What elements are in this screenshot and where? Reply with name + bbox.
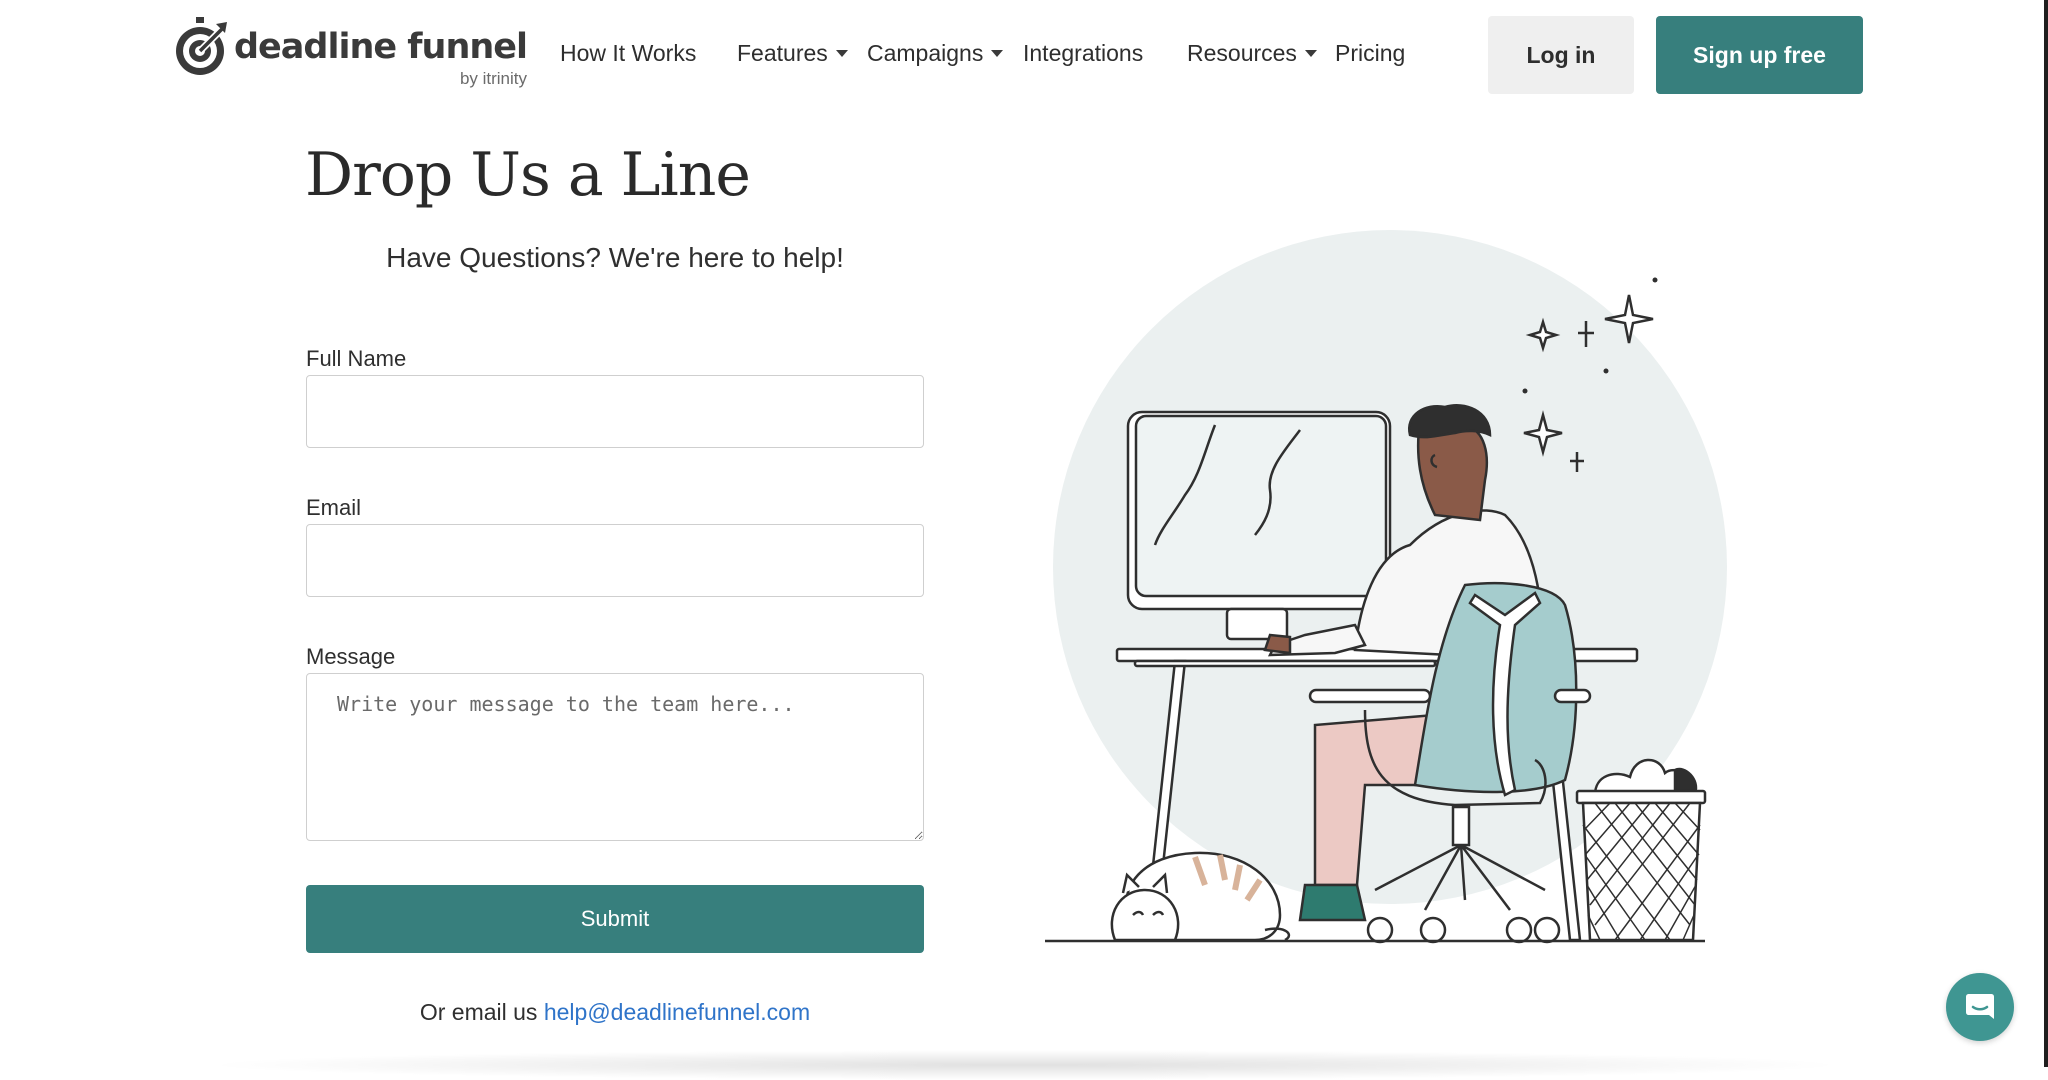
nav-pricing[interactable]: Pricing	[1335, 40, 1405, 67]
brand-tagline: by itrinity	[459, 69, 528, 88]
hero-illustration	[1045, 230, 1727, 944]
brand-logo[interactable]: deadline funnel by itrinity	[170, 16, 528, 89]
window-edge	[2044, 0, 2048, 1067]
email-label: Email	[306, 495, 362, 520]
computer-monitor	[1126, 410, 1392, 641]
full-name-input[interactable]	[306, 375, 924, 448]
footer-shadow	[200, 1050, 1850, 1080]
nav-campaigns[interactable]: Campaigns	[867, 40, 1004, 67]
submit-button[interactable]: Submit	[306, 885, 924, 953]
caret-down-icon	[835, 50, 848, 57]
contact-email-link[interactable]: help@deadlinefunnel.com	[544, 999, 810, 1025]
waste-basket	[1575, 758, 1707, 942]
stopwatch-target-icon	[176, 17, 228, 75]
page-title: Drop Us a Line	[305, 140, 751, 210]
login-button[interactable]: Log in	[1488, 16, 1634, 94]
nav-features[interactable]: Features	[737, 40, 848, 67]
page-subtitle: Have Questions? We're here to help!	[386, 242, 844, 273]
nav-how-it-works[interactable]: How It Works	[560, 40, 696, 67]
chat-launcher-button[interactable]	[1946, 973, 2014, 1041]
brand-name: deadline funnel	[234, 27, 528, 67]
message-textarea[interactable]	[306, 673, 924, 841]
contact-email-prefix: Or email us	[419, 999, 538, 1025]
signup-button[interactable]: Sign up free	[1656, 16, 1863, 94]
nav-resources[interactable]: Resources	[1187, 40, 1317, 67]
message-label: Message	[306, 644, 396, 669]
nav-integrations[interactable]: Integrations	[1023, 40, 1143, 67]
caret-down-icon	[1304, 50, 1317, 57]
email-input[interactable]	[306, 524, 924, 597]
full-name-label: Full Name	[306, 346, 407, 371]
chat-bubble-icon	[1966, 994, 1994, 1019]
caret-down-icon	[991, 50, 1004, 57]
contact-email-line: Or email us help@deadlinefunnel.com	[306, 999, 924, 1026]
